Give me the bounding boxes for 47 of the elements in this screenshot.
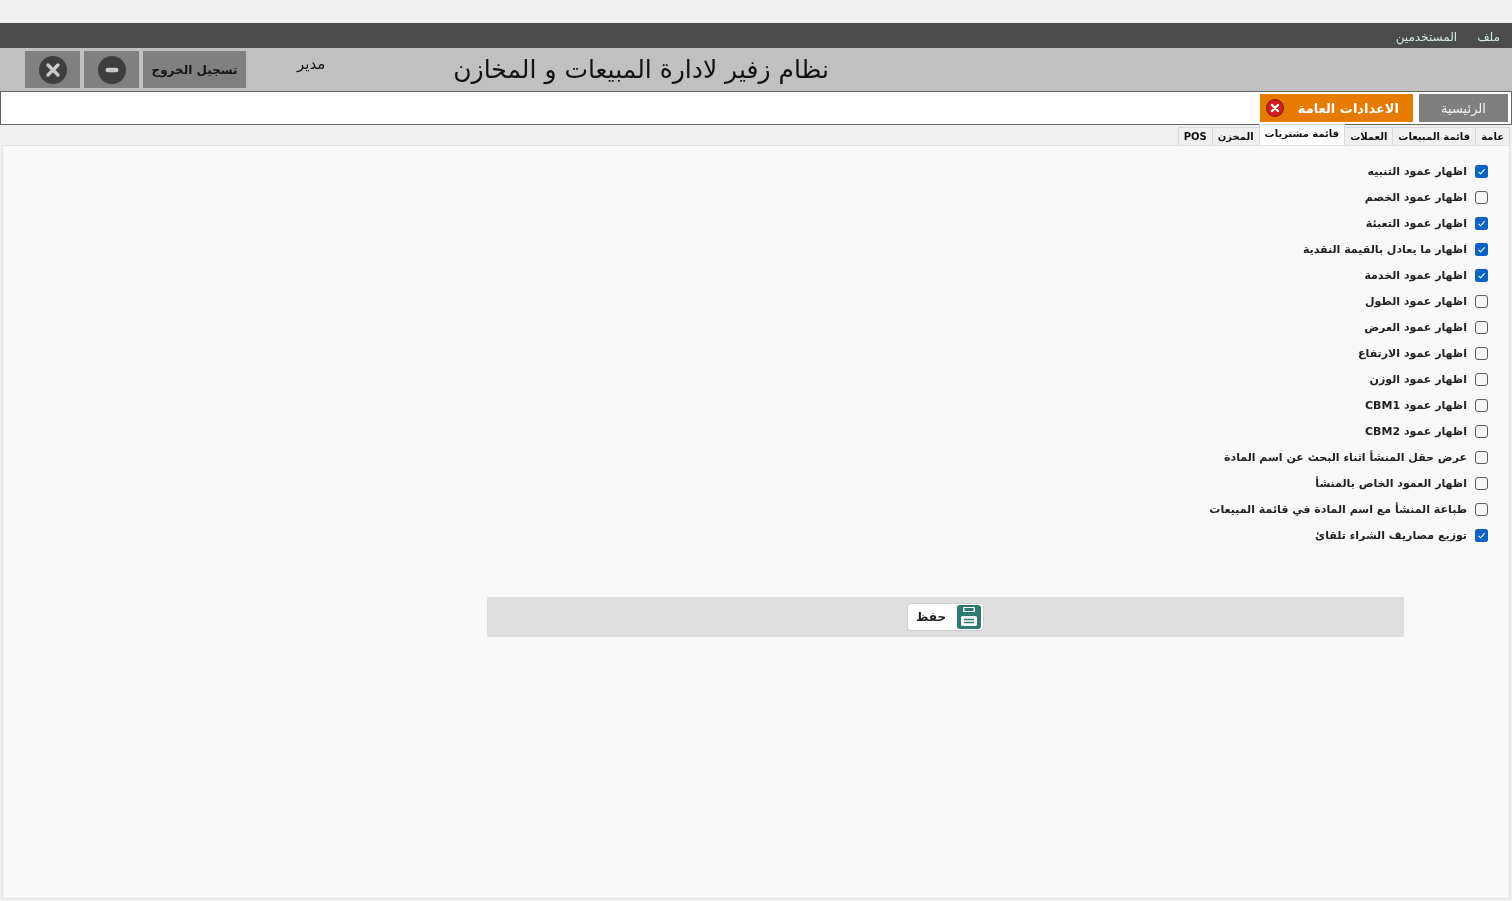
settings-tab[interactable]: قائمة المبيعات xyxy=(1392,127,1477,145)
checkbox[interactable] xyxy=(1475,164,1488,178)
save-button[interactable]: حفظ xyxy=(907,603,984,631)
checkbox-label: اظهار عمود الخصم xyxy=(1364,190,1467,204)
menu-item[interactable]: المستخدمين xyxy=(1395,27,1458,44)
checkbox-label: اظهار عمود التعبئة xyxy=(1365,216,1467,230)
settings-tab[interactable]: POS xyxy=(1177,127,1213,145)
checkbox-label: اظهار عمود الوزن xyxy=(1369,372,1467,386)
user-role: مدير xyxy=(297,55,327,73)
checkbox[interactable] xyxy=(1475,502,1488,516)
checkbox-label: اظهار عمود CBM2 xyxy=(1365,424,1467,438)
checkbox-label: طباعة المنشأ مع اسم المادة في قائمة المبيعات xyxy=(1209,502,1467,516)
checkbox-label: عرض حقل المنشأ اثناء البحث عن اسم المادة xyxy=(1224,450,1467,464)
checkbox-label: اظهار ما يعادل بالقيمة النقدية xyxy=(1302,242,1467,256)
settings-tab[interactable]: عامة xyxy=(1475,127,1510,145)
checkbox[interactable] xyxy=(1475,424,1488,438)
checkbox[interactable] xyxy=(1475,372,1488,386)
checkbox[interactable] xyxy=(1475,398,1488,412)
main-tab[interactable]: الرئيسية xyxy=(1419,94,1508,122)
checkbox-label: اظهار عمود الطول xyxy=(1365,294,1467,308)
checkbox[interactable] xyxy=(1475,216,1488,230)
checkbox-label: توزيع مصاريف الشراء تلقائ xyxy=(1315,528,1467,542)
checkbox-label: اظهار عمود الخدمة xyxy=(1364,268,1467,282)
logout-button[interactable]: تسجيل الخروج xyxy=(143,51,246,88)
checkbox-label: اظهار عمود CBM1 xyxy=(1365,398,1467,412)
close-tab-icon[interactable] xyxy=(1265,99,1284,117)
checkbox[interactable] xyxy=(1475,476,1488,490)
checkbox-label: اظهار العمود الخاص بالمنشأ xyxy=(1315,476,1467,490)
checkbox[interactable] xyxy=(1475,268,1488,282)
menu-item[interactable]: ملف xyxy=(1477,27,1500,44)
checkbox[interactable] xyxy=(1475,294,1488,308)
checkbox[interactable] xyxy=(1475,242,1488,256)
checkbox[interactable] xyxy=(1475,320,1488,334)
checkbox[interactable] xyxy=(1475,190,1488,204)
close-button[interactable] xyxy=(25,51,80,88)
checkbox-label: اظهار عمود العرض xyxy=(1364,320,1467,334)
settings-tab[interactable]: المخزن xyxy=(1211,127,1260,145)
minimize-button[interactable] xyxy=(84,51,139,88)
checkbox[interactable] xyxy=(1475,528,1488,542)
minimize-icon xyxy=(97,55,126,84)
app-title: نظام زفير لادارة المبيعات و المخازن xyxy=(452,55,829,84)
settings-tab[interactable]: قائمة مشتريات xyxy=(1258,124,1346,145)
checkbox[interactable] xyxy=(1475,346,1488,360)
close-icon xyxy=(38,55,67,84)
checkbox[interactable] xyxy=(1475,450,1488,464)
checkbox-label: اظهار عمود التنبيه xyxy=(1367,164,1467,178)
checkbox-label: اظهار عمود الارتفاع xyxy=(1358,346,1467,360)
